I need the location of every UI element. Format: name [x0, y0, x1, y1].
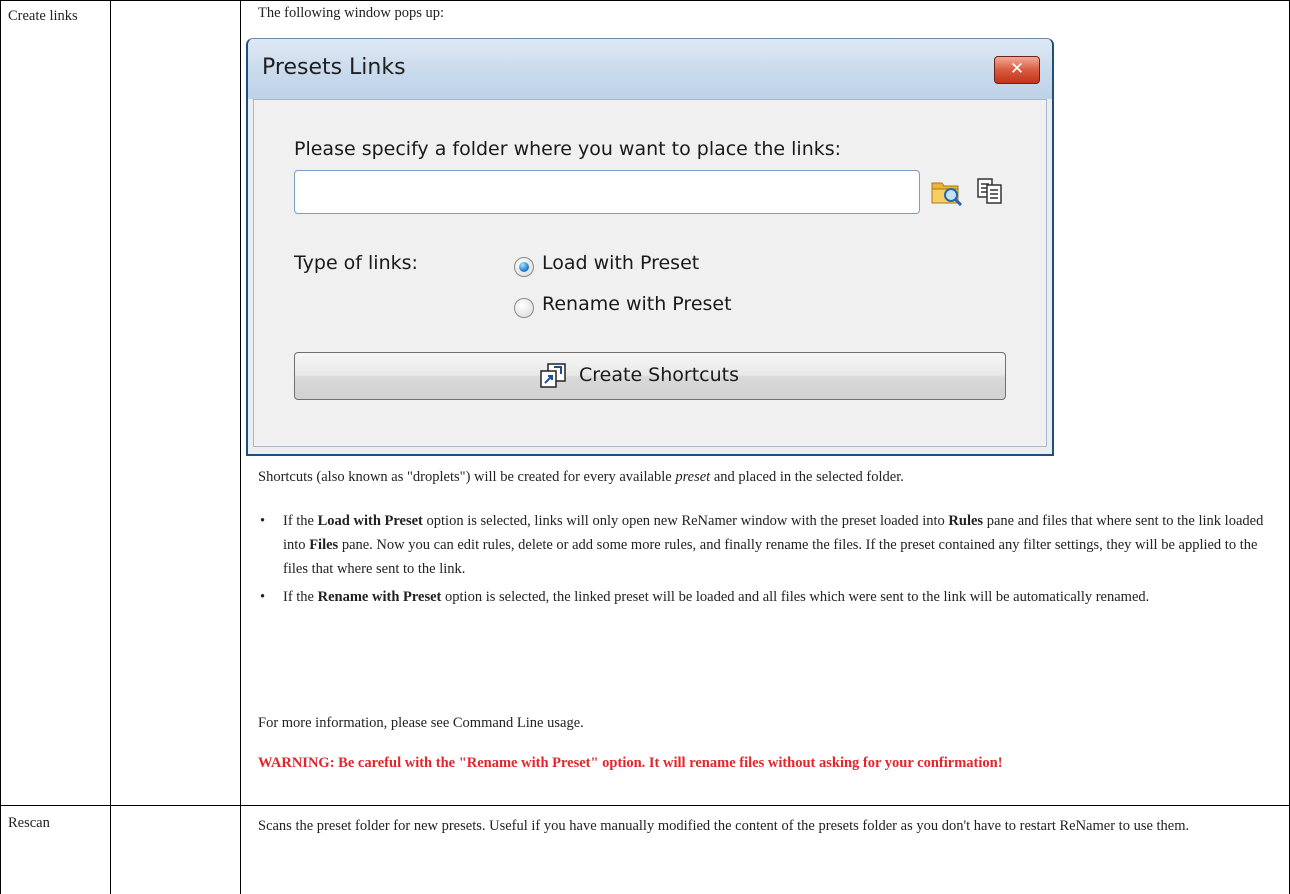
- folder-prompt-label: Please specify a folder where you want t…: [294, 138, 842, 160]
- dialog-title: Presets Links: [262, 55, 406, 80]
- col-divider-1: [0, 0, 1, 894]
- options-bullet-list: If the Load with Preset option is select…: [258, 509, 1286, 609]
- radio-rename-with-preset[interactable]: [514, 298, 534, 318]
- dialog-titlebar[interactable]: Presets Links ✕: [248, 39, 1052, 99]
- bullet-load-with-preset: If the Load with Preset option is select…: [258, 509, 1286, 581]
- paste-path-icon[interactable]: [976, 176, 1004, 206]
- create-shortcuts-label: Create Shortcuts: [579, 364, 739, 386]
- row-label-create-links: Create links: [8, 8, 78, 24]
- shortcut-icon: [539, 362, 567, 390]
- preset-emphasis: preset: [675, 469, 711, 485]
- row-label-rescan: Rescan: [8, 815, 50, 831]
- dialog-client-area: Please specify a folder where you want t…: [253, 99, 1047, 447]
- shortcuts-description: Shortcuts (also known as "droplets") wil…: [258, 469, 904, 485]
- type-of-links-label: Type of links:: [294, 252, 418, 274]
- create-shortcuts-button[interactable]: Create Shortcuts: [294, 352, 1006, 400]
- col-divider-2: [110, 0, 111, 894]
- more-info-text: For more information, please see Command…: [258, 715, 584, 731]
- rescan-description: Scans the preset folder for new presets.…: [258, 818, 1190, 834]
- radio-load-with-preset-label[interactable]: Load with Preset: [542, 252, 699, 274]
- bullet-rename-with-preset: If the Rename with Preset option is sele…: [258, 585, 1286, 609]
- browse-folder-icon[interactable]: [930, 176, 964, 207]
- close-button[interactable]: ✕: [994, 56, 1040, 84]
- folder-input[interactable]: [294, 170, 920, 214]
- warning-text: WARNING: Be careful with the "Rename wit…: [258, 755, 1003, 771]
- radio-load-with-preset[interactable]: [514, 257, 534, 277]
- intro-text: The following window pops up:: [258, 5, 445, 21]
- radio-rename-with-preset-label[interactable]: Rename with Preset: [542, 293, 732, 315]
- presets-links-dialog: Presets Links ✕ Please specify a folder …: [246, 38, 1054, 456]
- table-top-border: [0, 0, 1290, 1]
- col-divider-3: [240, 0, 241, 894]
- row-divider: [0, 805, 1290, 806]
